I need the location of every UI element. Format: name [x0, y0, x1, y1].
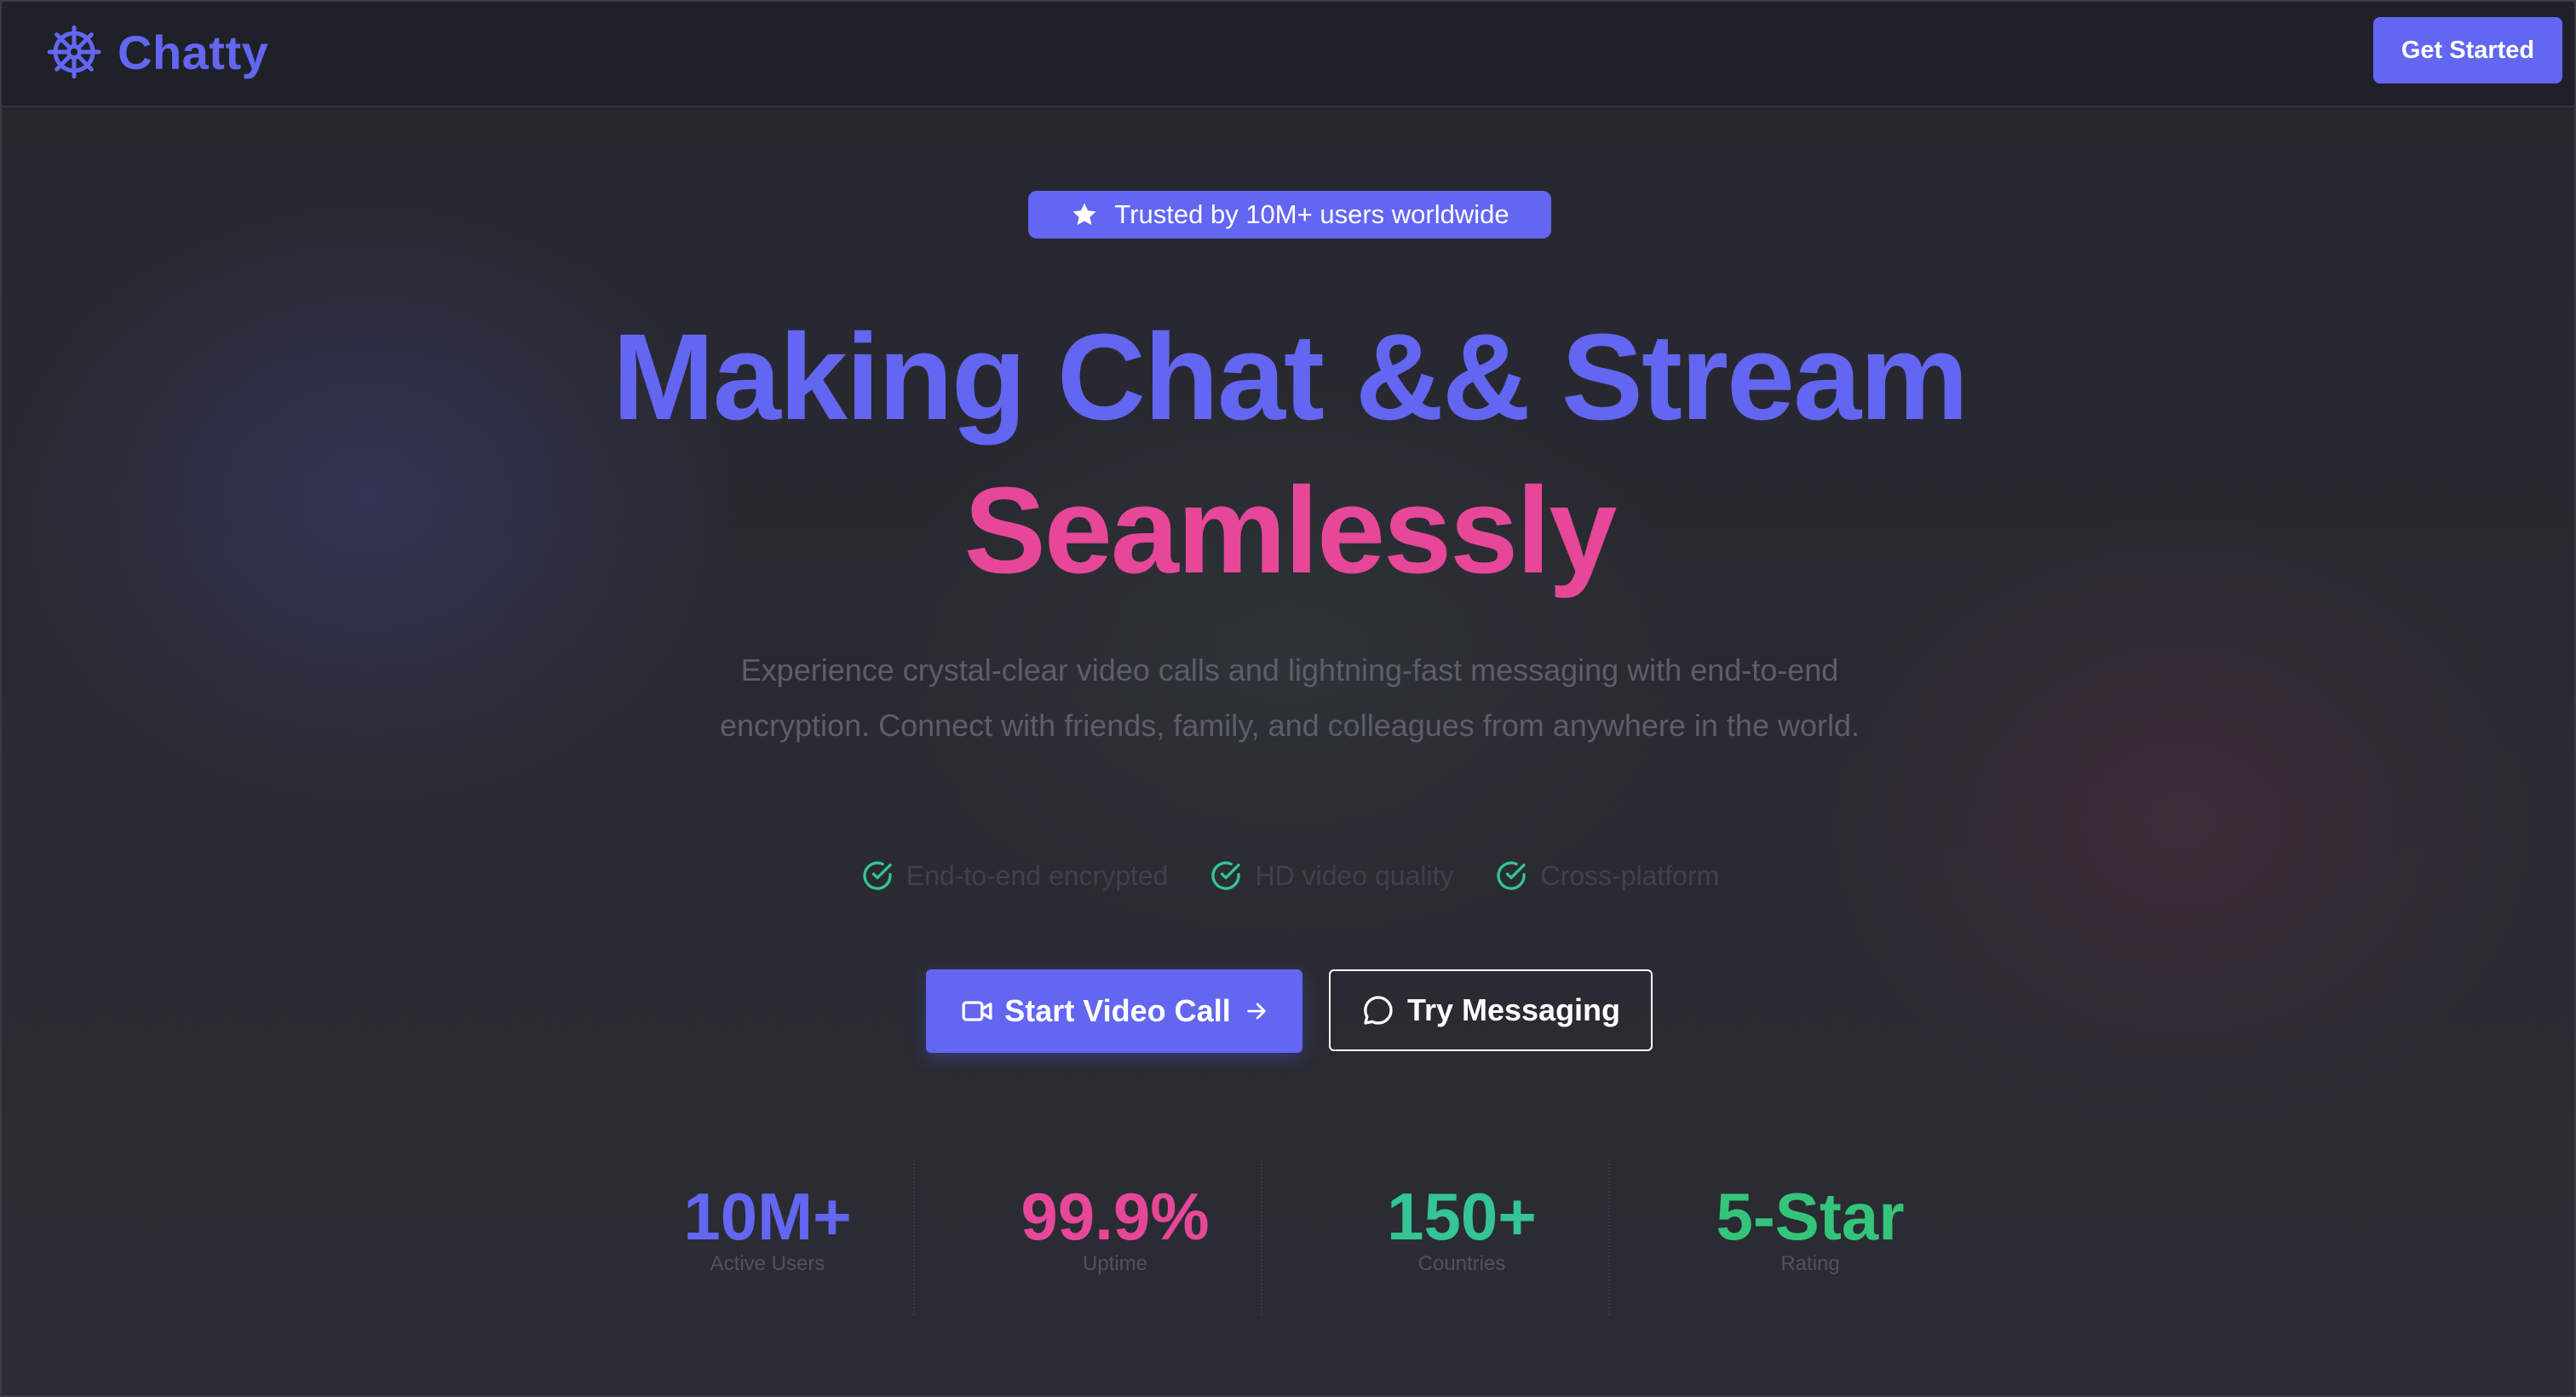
feature-label: HD video quality: [1255, 859, 1454, 891]
stat-countries: 150+ Countries: [1288, 1177, 1636, 1276]
stat-active-users: 10M+ Active Users: [594, 1177, 941, 1276]
feature-list: End-to-end encrypted HD video quality Cr…: [2, 859, 2576, 893]
feature-item-hd-video: HD video quality: [1209, 859, 1453, 893]
arrow-right-icon: [1246, 1003, 1266, 1020]
feature-item-cross-platform: Cross-platform: [1494, 859, 1719, 893]
feature-label: End-to-end encrypted: [906, 859, 1169, 891]
video-camera-icon: [962, 1001, 992, 1021]
chat-bubble-icon: [1364, 996, 1393, 1025]
trust-badge-label: Trusted by 10M+ users worldwide: [1114, 199, 1509, 229]
ship-wheel-icon: [47, 25, 101, 79]
feature-label: Cross-platform: [1540, 859, 1720, 891]
get-started-button[interactable]: Get Started: [2373, 17, 2562, 83]
try-messaging-label: Try Messaging: [1406, 992, 1621, 1027]
hero-subtitle: Experience crystal-clear video calls and…: [720, 653, 1860, 743]
check-circle-icon: [1497, 861, 1527, 890]
stat-value: 150+: [1387, 1179, 1537, 1254]
brand-name: Chatty: [118, 25, 269, 79]
stat-value: 99.9%: [1021, 1179, 1210, 1254]
brand-logo[interactable]: Chatty: [46, 22, 268, 82]
hero-headline-highlight: Seamlessly: [963, 462, 1618, 599]
start-video-call-label: Start Video Call: [1004, 993, 1231, 1028]
stat-divider: [1261, 1160, 1262, 1315]
top-navbar: Chatty Get Started: [2, 2, 2574, 107]
stat-rating: 5-Star Rating: [1636, 1177, 1984, 1276]
stat-value: 10M+: [683, 1179, 852, 1254]
stat-label: Uptime: [1082, 1252, 1148, 1275]
stat-label: Countries: [1417, 1252, 1506, 1275]
landing-page: Chatty Get Started Trusted by 10M+ users…: [0, 0, 2576, 1397]
try-messaging-button[interactable]: Try Messaging: [1329, 969, 1653, 1051]
trust-badge: Trusted by 10M+ users worldwide: [1028, 191, 1551, 239]
feature-item-encryption: End-to-end encrypted: [860, 859, 1169, 893]
check-circle-icon: [1211, 861, 1241, 890]
stat-value: 5-Star: [1716, 1179, 1905, 1254]
hero-headline: Making Chat && Stream: [612, 308, 1969, 446]
start-video-call-button[interactable]: Start Video Call: [926, 969, 1302, 1053]
stat-divider: [1608, 1160, 1610, 1315]
star-icon: [1072, 203, 1096, 226]
stat-label: Active Users: [710, 1252, 825, 1275]
check-circle-icon: [863, 861, 892, 890]
stat-divider: [913, 1160, 915, 1315]
stat-uptime: 99.9% Uptime: [941, 1177, 1289, 1276]
stat-label: Rating: [1780, 1252, 1840, 1275]
